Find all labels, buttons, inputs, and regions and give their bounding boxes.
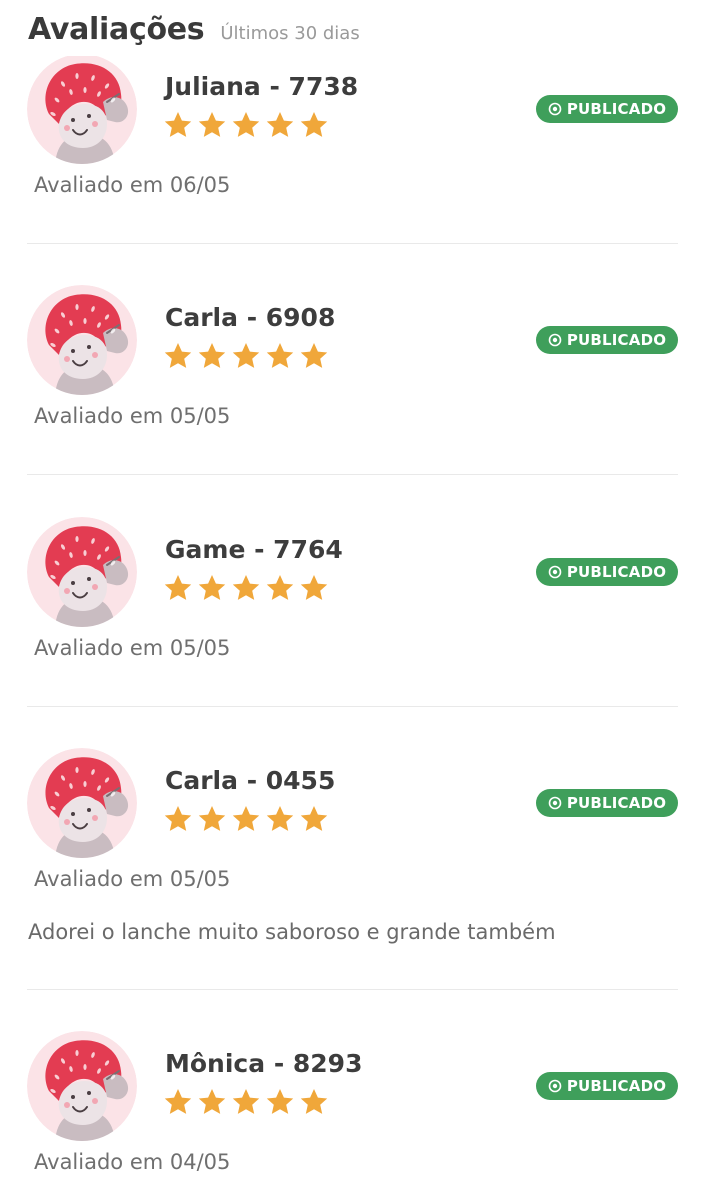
status-badge: PUBLICADO	[536, 326, 678, 354]
star-icon	[164, 343, 192, 368]
reviewer-name: Carla - 6908	[165, 303, 336, 332]
avatar	[27, 285, 137, 395]
reviewer-name: Game - 7764	[165, 535, 343, 564]
status-badge: PUBLICADO	[536, 558, 678, 586]
status-badge: PUBLICADO	[536, 95, 678, 123]
review-date: Avaliado em 05/05	[34, 867, 231, 891]
star-icon	[300, 343, 328, 368]
avatar	[27, 54, 137, 164]
period-filter[interactable]: Últimos 30 dias	[220, 23, 359, 44]
rating-stars	[163, 1087, 329, 1117]
eye-icon	[548, 102, 562, 116]
star-icon	[266, 575, 294, 600]
star-icon	[300, 575, 328, 600]
star-icon	[232, 343, 260, 368]
star-icon	[266, 806, 294, 831]
eye-icon	[548, 333, 562, 347]
star-icon	[198, 343, 226, 368]
star-icon	[266, 112, 294, 137]
divider	[27, 706, 678, 707]
star-icon	[232, 575, 260, 600]
eye-icon	[548, 796, 562, 810]
reviewer-name: Carla - 0455	[165, 766, 336, 795]
star-icon	[232, 806, 260, 831]
star-icon	[232, 112, 260, 137]
eye-icon	[548, 1079, 562, 1093]
rating-stars	[163, 110, 329, 140]
star-icon	[164, 806, 192, 831]
star-icon	[164, 112, 192, 137]
reviewer-name: Juliana - 7738	[165, 72, 359, 101]
star-icon	[266, 343, 294, 368]
divider	[27, 989, 678, 990]
rating-stars	[163, 573, 329, 603]
reviewer-name: Mônica - 8293	[165, 1049, 363, 1078]
star-icon	[164, 575, 192, 600]
star-icon	[300, 112, 328, 137]
divider	[27, 243, 678, 244]
page-title: Avaliações	[28, 12, 205, 47]
status-label: PUBLICADO	[566, 100, 667, 118]
rating-stars	[163, 341, 329, 371]
status-label: PUBLICADO	[566, 563, 667, 581]
avatar	[27, 517, 137, 627]
rating-stars	[163, 804, 329, 834]
star-icon	[198, 806, 226, 831]
review-comment: Adorei o lanche muito saboroso e grande …	[28, 920, 556, 944]
status-badge: PUBLICADO	[536, 1072, 678, 1100]
divider	[27, 474, 678, 475]
avatar	[27, 748, 137, 858]
star-icon	[198, 575, 226, 600]
status-label: PUBLICADO	[566, 331, 667, 349]
star-icon	[164, 1089, 192, 1114]
star-icon	[232, 1089, 260, 1114]
star-icon	[198, 1089, 226, 1114]
star-icon	[198, 112, 226, 137]
status-label: PUBLICADO	[566, 794, 667, 812]
review-date: Avaliado em 06/05	[34, 173, 231, 197]
review-date: Avaliado em 04/05	[34, 1150, 231, 1174]
star-icon	[300, 806, 328, 831]
star-icon	[300, 1089, 328, 1114]
eye-icon	[548, 565, 562, 579]
review-date: Avaliado em 05/05	[34, 636, 231, 660]
status-label: PUBLICADO	[566, 1077, 667, 1095]
avatar	[27, 1031, 137, 1141]
page-header: Avaliações Últimos 30 dias	[28, 12, 360, 56]
review-date: Avaliado em 05/05	[34, 404, 231, 428]
star-icon	[266, 1089, 294, 1114]
status-badge: PUBLICADO	[536, 789, 678, 817]
